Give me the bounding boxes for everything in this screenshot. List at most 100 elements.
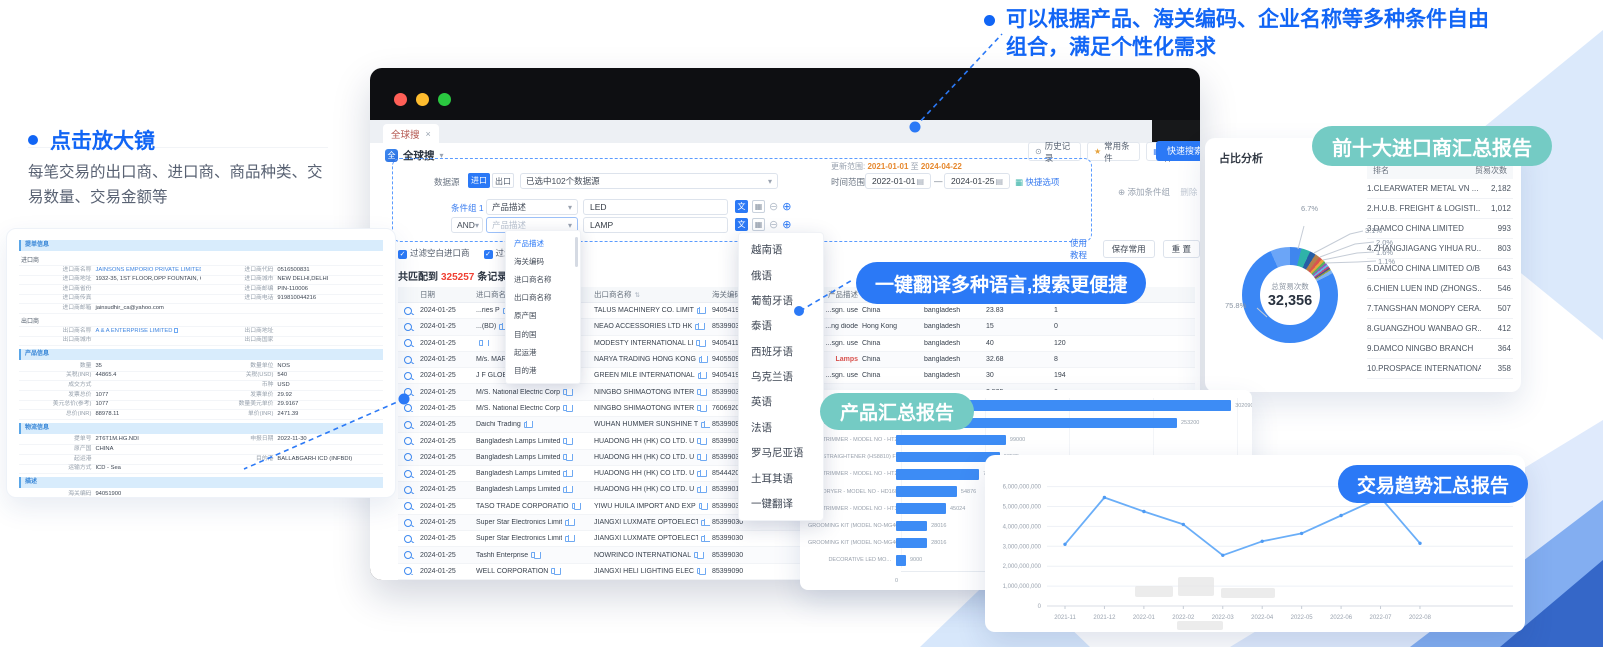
magnifier-icon[interactable] bbox=[404, 372, 412, 380]
column-header[interactable]: 出口商名称⇅ bbox=[592, 289, 710, 300]
copy-icon[interactable] bbox=[499, 324, 504, 330]
bar-row[interactable]: HAIR TRIMMER - MODEL NO - HT20... 99000 bbox=[808, 431, 1248, 448]
field-select-1[interactable]: 产品描述▾ bbox=[486, 199, 578, 215]
copy-icon[interactable] bbox=[701, 422, 706, 428]
copy-icon[interactable] bbox=[697, 568, 702, 574]
language-menu-item[interactable]: 一键翻译 bbox=[739, 491, 823, 516]
copy-icon[interactable] bbox=[565, 536, 570, 542]
copy-icon[interactable] bbox=[563, 487, 568, 493]
copy-icon[interactable] bbox=[697, 487, 702, 493]
copy-icon[interactable] bbox=[697, 405, 702, 411]
add-group-button[interactable]: ⊕ 添加条件组 bbox=[1118, 187, 1170, 197]
magnifier-icon[interactable] bbox=[404, 323, 412, 331]
field-menu-item[interactable]: 目的港 bbox=[506, 361, 580, 379]
logic-select[interactable]: AND▾ bbox=[451, 217, 483, 233]
language-menu-item[interactable]: 土耳其语 bbox=[739, 465, 823, 490]
magnifier-icon[interactable] bbox=[404, 567, 412, 575]
keyword-input-1[interactable]: LED bbox=[583, 199, 728, 215]
copy-icon[interactable] bbox=[694, 552, 699, 558]
minimize-window-icon[interactable] bbox=[416, 93, 429, 106]
field-menu-item[interactable]: 出口商名称 bbox=[506, 289, 580, 307]
copy-icon[interactable] bbox=[699, 503, 704, 509]
tab-global-search[interactable]: 全球搜 × bbox=[383, 124, 439, 143]
magnifier-icon[interactable] bbox=[404, 437, 412, 445]
filter-blank-importer-checkbox[interactable]: ✓过滤空白进口商 bbox=[398, 247, 470, 259]
language-menu-item[interactable]: 罗马尼亚语 bbox=[739, 440, 823, 465]
keyword-input-2[interactable]: LAMP bbox=[583, 217, 728, 233]
copy-icon[interactable] bbox=[479, 340, 484, 346]
copy-icon[interactable] bbox=[565, 520, 570, 526]
batch-icon[interactable]: ▦ bbox=[752, 218, 765, 231]
magnifier-icon[interactable] bbox=[404, 453, 412, 461]
language-menu-item[interactable]: 俄语 bbox=[739, 262, 823, 287]
date-from-input[interactable]: 2022-01-01▤ bbox=[865, 173, 931, 189]
magnifier-icon[interactable] bbox=[404, 470, 412, 478]
scrollbar[interactable] bbox=[575, 237, 578, 267]
delete-group-button[interactable]: 删除 bbox=[1180, 187, 1197, 197]
copy-icon[interactable] bbox=[572, 503, 577, 509]
copy-icon[interactable] bbox=[563, 405, 568, 411]
field-menu-item[interactable]: 原产国 bbox=[506, 307, 580, 325]
ranking-row[interactable]: 7.TANGSHAN MONOPY CERA...507 bbox=[1367, 299, 1513, 319]
copy-icon[interactable] bbox=[524, 422, 529, 428]
tutorial-link[interactable]: 使用教程 bbox=[1070, 237, 1095, 261]
magnifier-icon[interactable] bbox=[404, 486, 412, 494]
language-menu-item[interactable]: 西班牙语 bbox=[739, 339, 823, 364]
favorite-conditions-button[interactable]: ★常用条件 bbox=[1087, 142, 1140, 161]
date-to-input[interactable]: 2024-01-25▤ bbox=[944, 173, 1010, 189]
close-window-icon[interactable] bbox=[394, 93, 407, 106]
export-toggle[interactable]: 出口 bbox=[492, 173, 514, 188]
ranking-row[interactable]: 3.DAMCO CHINA LIMITED993 bbox=[1367, 219, 1513, 239]
field-menu-item[interactable]: 产品描述 bbox=[506, 234, 580, 252]
copy-icon[interactable] bbox=[563, 438, 568, 444]
field-menu-item[interactable]: 起运港 bbox=[506, 343, 580, 361]
field-menu-item[interactable]: 海关编码 bbox=[506, 252, 580, 270]
close-tab-icon[interactable]: × bbox=[426, 129, 431, 139]
copy-icon[interactable] bbox=[699, 357, 704, 363]
copy-icon[interactable] bbox=[701, 536, 706, 542]
import-toggle[interactable]: 进口 bbox=[468, 173, 490, 188]
add-condition-icon[interactable]: ⊕ bbox=[782, 218, 791, 231]
ranking-row[interactable]: 8.GUANGZHOU WANBAO GR...412 bbox=[1367, 319, 1513, 339]
copy-icon[interactable] bbox=[563, 389, 568, 395]
ranking-row[interactable]: 2.H.U.B. FREIGHT & LOGISTI...1,012 bbox=[1367, 199, 1513, 219]
reset-button[interactable]: 重 置 bbox=[1163, 240, 1200, 258]
maximize-window-icon[interactable] bbox=[438, 93, 451, 106]
add-condition-icon[interactable]: ⊕ bbox=[782, 200, 791, 213]
copy-icon[interactable] bbox=[697, 308, 702, 314]
field-menu-item[interactable]: 进口商名称 bbox=[506, 270, 580, 288]
quick-search-button[interactable]: 快速搜索 bbox=[1156, 141, 1200, 161]
magnifier-icon[interactable] bbox=[404, 502, 412, 510]
copy-icon[interactable] bbox=[551, 568, 556, 574]
copy-icon[interactable] bbox=[695, 324, 700, 330]
magnifier-icon[interactable] bbox=[404, 404, 412, 412]
remove-condition-icon[interactable]: ⊖ bbox=[769, 200, 778, 213]
translate-icon[interactable]: 文 bbox=[735, 200, 748, 213]
ranking-row[interactable]: 10.PROSPACE INTERNATIONA...358 bbox=[1367, 359, 1513, 379]
language-menu-item[interactable]: 法语 bbox=[739, 415, 823, 440]
column-header[interactable]: 日期 bbox=[418, 289, 474, 300]
copy-icon[interactable] bbox=[697, 454, 702, 460]
quick-options-link[interactable]: ▦ 快捷选项 bbox=[1015, 176, 1059, 188]
translate-icon[interactable]: 文 bbox=[735, 218, 748, 231]
language-menu-item[interactable]: 泰语 bbox=[739, 313, 823, 338]
copy-icon[interactable] bbox=[698, 373, 703, 379]
magnifier-icon[interactable] bbox=[404, 307, 412, 315]
copy-icon[interactable] bbox=[531, 552, 536, 558]
language-menu-item[interactable]: 乌克兰语 bbox=[739, 364, 823, 389]
batch-icon[interactable]: ▦ bbox=[752, 200, 765, 213]
sort-icon[interactable]: ⇅ bbox=[635, 291, 640, 299]
magnifier-icon[interactable] bbox=[404, 339, 412, 347]
language-menu-item[interactable]: 英语 bbox=[739, 389, 823, 414]
save-favorite-button[interactable]: 保存常用 bbox=[1103, 240, 1155, 258]
copy-icon[interactable] bbox=[697, 389, 702, 395]
datasource-select[interactable]: 已选中102个数据源▾ bbox=[520, 173, 778, 189]
remove-condition-icon[interactable]: ⊖ bbox=[769, 218, 778, 231]
copy-icon[interactable] bbox=[563, 471, 568, 477]
ranking-row[interactable]: 9.DAMCO NINGBO BRANCH364 bbox=[1367, 339, 1513, 359]
copy-icon[interactable] bbox=[701, 520, 706, 526]
language-menu-item[interactable]: 越南语 bbox=[739, 237, 823, 262]
language-menu-item[interactable]: 葡萄牙语 bbox=[739, 288, 823, 313]
magnifier-icon[interactable] bbox=[404, 551, 412, 559]
field-menu-item[interactable]: 目的国 bbox=[506, 325, 580, 343]
